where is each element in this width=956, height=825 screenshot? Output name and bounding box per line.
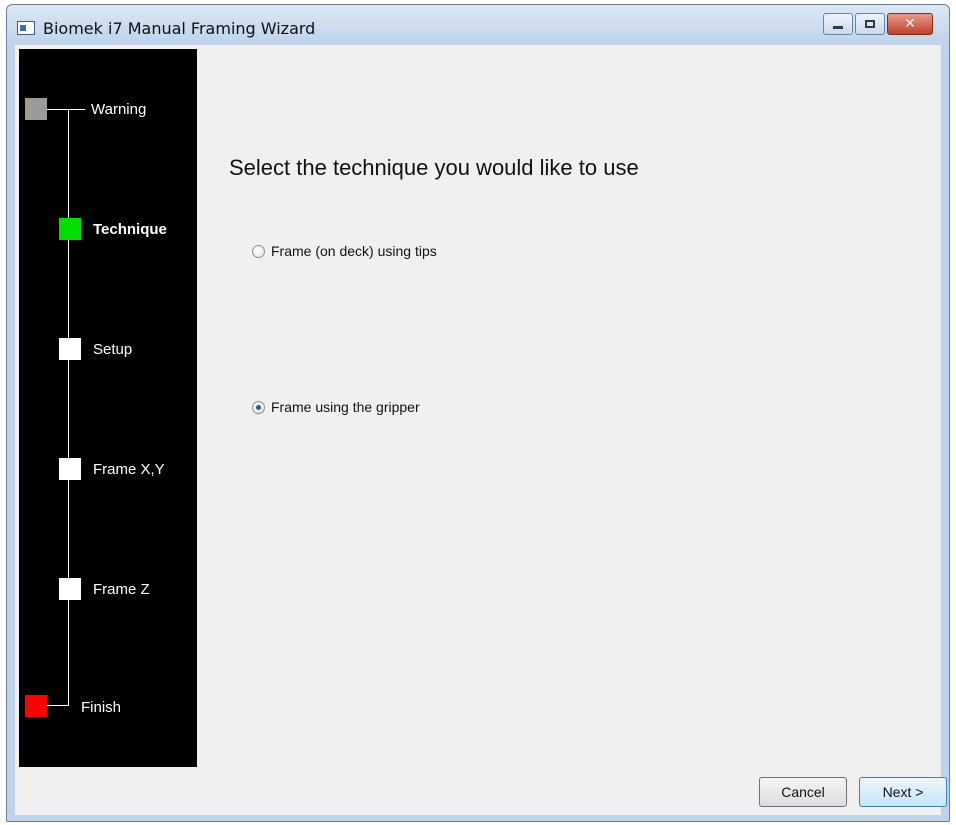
minimize-button[interactable] [823,13,853,35]
step-marker-warning [25,98,47,120]
step-label-frame-z: Frame Z [93,581,150,598]
option-label-tips[interactable]: Frame (on deck) using tips [271,243,437,259]
step-label-setup: Setup [93,341,133,358]
radio-button-gripper[interactable] [252,400,265,414]
step-connector-finish [45,705,69,706]
maximize-icon [856,14,884,34]
wizard-window: Biomek i7 Manual Framing Wizard ✕ Warnin… [6,4,950,822]
minimize-icon [824,14,852,34]
maximize-button[interactable] [855,13,885,35]
step-marker-technique [59,218,81,240]
step-label-frame-xy: Frame X,Y [93,461,165,478]
close-icon: ✕ [904,16,916,32]
option-frame-using-tips[interactable]: Frame (on deck) using tips [252,243,437,259]
step-label-warning: Warning [91,101,147,118]
step-connector-warning [45,109,69,110]
step-marker-frame-xy [59,458,81,480]
step-label-technique: Technique [93,221,167,238]
step-label-finish: Finish [81,699,122,716]
step-sidebar: Warning Technique Setup Frame X,Y Frame … [19,49,197,767]
window-title: Biomek i7 Manual Framing Wizard [43,19,316,38]
option-frame-using-gripper[interactable]: Frame using the gripper [252,399,420,415]
step-tick-warning [69,109,85,110]
close-button[interactable]: ✕ [887,13,933,35]
option-label-gripper[interactable]: Frame using the gripper [271,399,420,415]
next-button[interactable]: Next > [859,777,947,807]
wizard-client-area: Warning Technique Setup Frame X,Y Frame … [15,45,947,815]
radio-button-tips[interactable] [252,244,265,258]
title-bar[interactable]: Biomek i7 Manual Framing Wizard ✕ [7,5,949,45]
step-connector-line [68,109,69,705]
app-icon [17,21,35,35]
step-marker-finish [25,695,47,717]
step-marker-setup [59,338,81,360]
step-marker-frame-z [59,578,81,600]
page-heading: Select the technique you would like to u… [229,155,639,180]
cancel-button[interactable]: Cancel [759,777,847,807]
